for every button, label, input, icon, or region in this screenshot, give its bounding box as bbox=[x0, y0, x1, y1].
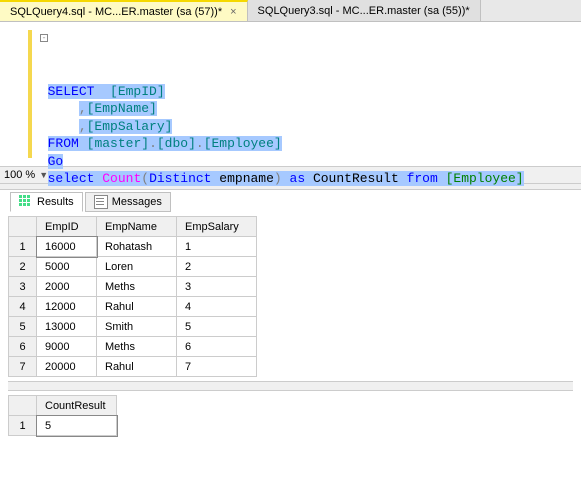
row-number: 2 bbox=[9, 257, 37, 277]
table-row[interactable]: 116000Rohatash1 bbox=[9, 237, 257, 257]
result-grid-2[interactable]: CountResult 1 5 bbox=[8, 395, 117, 436]
cell-empname[interactable]: Loren bbox=[97, 257, 177, 277]
kw-from: FROM bbox=[48, 136, 79, 151]
alias-countresult: CountResult bbox=[305, 171, 406, 186]
dot: . bbox=[149, 136, 157, 151]
dot: . bbox=[196, 136, 204, 151]
kw-go: Go bbox=[48, 154, 64, 169]
editor-tab-label: SQLQuery4.sql - MC...ER.master (sa (57))… bbox=[10, 6, 222, 18]
cell-empname[interactable]: Rohatash bbox=[97, 237, 177, 257]
header-row: EmpID EmpName EmpSalary bbox=[9, 217, 257, 237]
cell-empid[interactable]: 16000 bbox=[37, 237, 97, 257]
table-row[interactable]: 412000Rahul4 bbox=[9, 297, 257, 317]
table-row[interactable]: 32000Meths3 bbox=[9, 277, 257, 297]
kw-select2: select bbox=[48, 171, 95, 186]
row-number: 5 bbox=[9, 317, 37, 337]
comma: , bbox=[79, 119, 87, 134]
close-icon[interactable]: × bbox=[230, 6, 236, 18]
kw-from2: from bbox=[407, 171, 438, 186]
cell-empsalary[interactable]: 5 bbox=[177, 317, 257, 337]
col-empsalary: [EmpSalary] bbox=[87, 119, 173, 134]
lparen: ( bbox=[141, 171, 149, 186]
col-empname: [EmpName] bbox=[87, 101, 157, 116]
cell-empname[interactable]: Rahul bbox=[97, 297, 177, 317]
col-header-empname[interactable]: EmpName bbox=[97, 217, 177, 237]
tab-results-label: Results bbox=[37, 196, 74, 208]
row-number: 1 bbox=[9, 416, 37, 436]
tab-messages[interactable]: Messages bbox=[85, 192, 171, 212]
cell-empsalary[interactable]: 6 bbox=[177, 337, 257, 357]
row-number: 4 bbox=[9, 297, 37, 317]
row-number: 7 bbox=[9, 357, 37, 377]
header-row: CountResult bbox=[9, 396, 117, 416]
kw-distinct: Distinct bbox=[149, 171, 211, 186]
tab-messages-label: Messages bbox=[112, 196, 162, 208]
sql-editor[interactable]: - SELECT [EmpID] ,[EmpName] ,[EmpSalary]… bbox=[0, 22, 581, 166]
editor-tab-other[interactable]: SQLQuery3.sql - MC...ER.master (sa (55))… bbox=[248, 0, 481, 21]
table-row[interactable]: 720000Rahul7 bbox=[9, 357, 257, 377]
rparen: ) bbox=[274, 171, 282, 186]
cell-empid[interactable]: 20000 bbox=[37, 357, 97, 377]
tbl-employee2: [Employee] bbox=[446, 171, 524, 186]
corner-cell bbox=[9, 396, 37, 416]
cell-empid[interactable]: 13000 bbox=[37, 317, 97, 337]
editor-tab-label: SQLQuery3.sql - MC...ER.master (sa (55))… bbox=[258, 5, 470, 17]
result-tab-bar: Results Messages bbox=[0, 190, 581, 212]
cell-empsalary[interactable]: 3 bbox=[177, 277, 257, 297]
cell-empsalary[interactable]: 2 bbox=[177, 257, 257, 277]
cell-empname[interactable]: Smith bbox=[97, 317, 177, 337]
editor-tab-active[interactable]: SQLQuery4.sql - MC...ER.master (sa (57))… bbox=[0, 0, 248, 21]
col-empname2: empname bbox=[211, 171, 273, 186]
col-header-empsalary[interactable]: EmpSalary bbox=[177, 217, 257, 237]
grid-icon bbox=[19, 195, 33, 209]
col-empid: [EmpID] bbox=[110, 84, 165, 99]
row-number: 3 bbox=[9, 277, 37, 297]
table-row[interactable]: 513000Smith5 bbox=[9, 317, 257, 337]
editor-tab-bar: SQLQuery4.sql - MC...ER.master (sa (57))… bbox=[0, 0, 581, 22]
cell-empname[interactable]: Meths bbox=[97, 337, 177, 357]
cell-empid[interactable]: 2000 bbox=[37, 277, 97, 297]
cell-countresult[interactable]: 5 bbox=[37, 416, 117, 436]
row-number: 6 bbox=[9, 337, 37, 357]
results-area: EmpID EmpName EmpSalary 116000Rohatash1 … bbox=[0, 212, 581, 440]
result-grid-1[interactable]: EmpID EmpName EmpSalary 116000Rohatash1 … bbox=[8, 216, 257, 377]
row-number: 1 bbox=[9, 237, 37, 257]
cell-empsalary[interactable]: 4 bbox=[177, 297, 257, 317]
table-row[interactable]: 69000Meths6 bbox=[9, 337, 257, 357]
col-header-empid[interactable]: EmpID bbox=[37, 217, 97, 237]
cell-empsalary[interactable]: 7 bbox=[177, 357, 257, 377]
cell-empname[interactable]: Meths bbox=[97, 277, 177, 297]
corner-cell bbox=[9, 217, 37, 237]
cell-empname[interactable]: Rahul bbox=[97, 357, 177, 377]
tbl-employee: [Employee] bbox=[204, 136, 282, 151]
db-master: [master] bbox=[87, 136, 149, 151]
col-header-countresult[interactable]: CountResult bbox=[37, 396, 117, 416]
fn-count: Count bbox=[102, 171, 141, 186]
kw-as: as bbox=[290, 171, 306, 186]
kw-select: SELECT bbox=[48, 84, 95, 99]
tab-results[interactable]: Results bbox=[10, 192, 83, 212]
messages-icon bbox=[94, 195, 108, 209]
collapse-icon[interactable]: - bbox=[40, 34, 48, 42]
comma: , bbox=[79, 101, 87, 116]
schema-dbo: [dbo] bbox=[157, 136, 196, 151]
table-row[interactable]: 25000Loren2 bbox=[9, 257, 257, 277]
zoom-level[interactable]: 100 % bbox=[4, 169, 35, 181]
change-margin bbox=[28, 30, 32, 158]
grid-splitter[interactable] bbox=[8, 381, 573, 391]
table-row[interactable]: 1 5 bbox=[9, 416, 117, 436]
cell-empid[interactable]: 12000 bbox=[37, 297, 97, 317]
cell-empsalary[interactable]: 1 bbox=[177, 237, 257, 257]
cell-empid[interactable]: 5000 bbox=[37, 257, 97, 277]
cell-empid[interactable]: 9000 bbox=[37, 337, 97, 357]
